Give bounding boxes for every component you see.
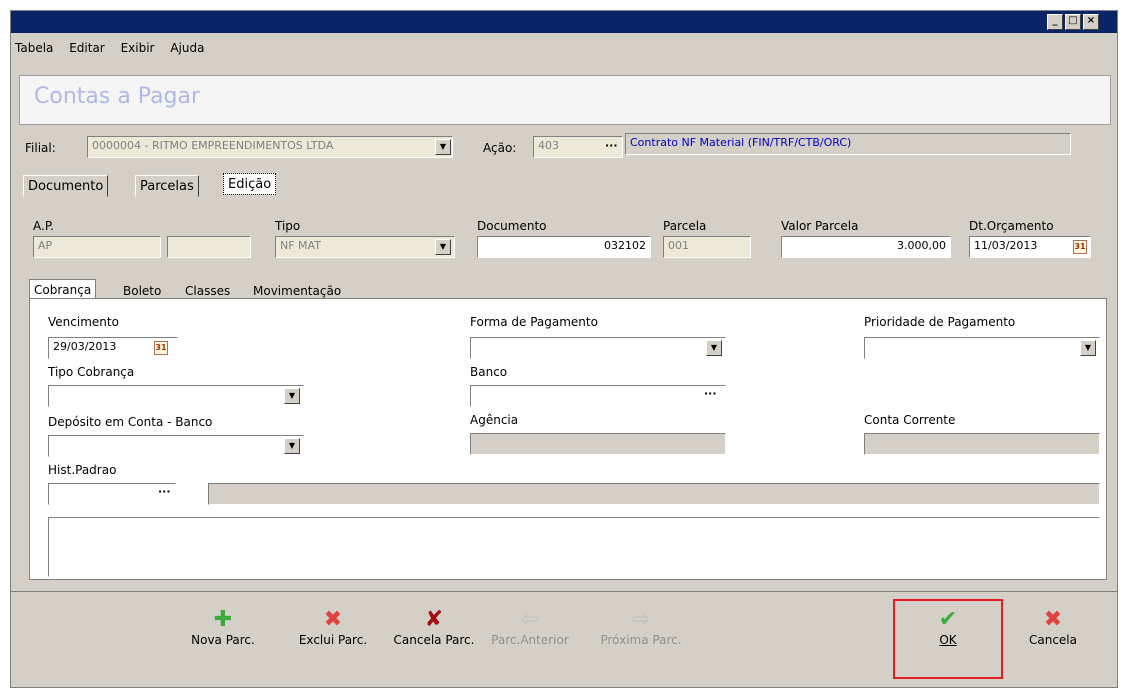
hist-lookup-icon[interactable]: ··· xyxy=(158,485,171,498)
close-button[interactable]: × xyxy=(1083,14,1099,30)
arrow-left-icon: ⇦ xyxy=(520,607,540,632)
agencia-label: Agência xyxy=(470,413,519,427)
menu-ajuda[interactable]: Ajuda xyxy=(170,41,204,55)
proxima-parc-label: Próxima Parc. xyxy=(600,633,682,647)
parc-anterior-label: Parc.Anterior xyxy=(491,633,569,647)
filial-value: 0000004 - RITMO EMPREENDIMENTOS LTDA xyxy=(92,139,334,152)
filial-select[interactable]: 0000004 - RITMO EMPREENDIMENTOS LTDA xyxy=(87,136,453,158)
exclui-parc-label: Exclui Parc. xyxy=(298,633,368,647)
acao-description: Contrato NF Material (FIN/TRF/CTB/ORC) xyxy=(625,133,1071,155)
header-panel: Contas a Pagar xyxy=(19,75,1111,125)
deposito-select[interactable] xyxy=(48,435,304,457)
tab-parcelas[interactable]: Parcelas xyxy=(135,175,199,197)
minimize-button[interactable]: _ xyxy=(1047,14,1063,30)
ap-label: A.P. xyxy=(33,219,54,233)
banco-label: Banco xyxy=(470,365,508,379)
forma-dropdown-button[interactable]: ▼ xyxy=(706,340,722,356)
title-bar: _ □ × xyxy=(11,11,1117,33)
app-window: _ □ × Tabela Editar Exibir Ajuda Contas … xyxy=(10,10,1118,688)
valor-parcela-field[interactable]: 3.000,00 xyxy=(781,236,951,258)
arrow-right-icon: ⇨ xyxy=(631,607,651,632)
hist-padrao-description xyxy=(208,483,1100,505)
page-title: Contas a Pagar xyxy=(34,84,201,109)
documento-field[interactable]: 032102 xyxy=(477,236,651,258)
tab-documento[interactable]: Documento xyxy=(23,175,109,197)
banco-field[interactable] xyxy=(470,385,726,407)
tipo-cobranca-dropdown-button[interactable]: ▼ xyxy=(284,388,300,404)
banco-lookup-icon[interactable]: ··· xyxy=(704,387,717,400)
prioridade-dropdown-button[interactable]: ▼ xyxy=(1080,340,1096,356)
ap-field-2[interactable] xyxy=(167,236,251,258)
forma-pagamento-select[interactable] xyxy=(470,337,726,359)
chevron-down-icon: ▼ xyxy=(288,441,296,450)
tab-edicao[interactable]: Edição xyxy=(223,173,277,195)
acao-lookup-icon[interactable]: ··· xyxy=(605,139,618,152)
acao-description-text: Contrato NF Material (FIN/TRF/CTB/ORC) xyxy=(630,136,852,149)
ap-field[interactable]: AP xyxy=(33,236,161,258)
acao-label: Ação: xyxy=(483,141,517,155)
parcela-field[interactable]: 001 xyxy=(663,236,751,258)
nova-parc-label: Nova Parc. xyxy=(191,633,255,647)
x-icon: ✖ xyxy=(1043,607,1063,632)
deposito-label: Depósito em Conta - Banco xyxy=(48,415,213,429)
tipo-dropdown-button[interactable]: ▼ xyxy=(435,239,451,255)
tipo-cobranca-select[interactable] xyxy=(48,385,304,407)
calendar-icon[interactable]: 31 xyxy=(154,341,168,355)
cobranca-panel: Vencimento 29/03/2013 31 Forma de Pagame… xyxy=(29,298,1107,580)
exclui-parc-button[interactable]: ✖ Exclui Parc. xyxy=(291,607,375,647)
dt-orcamento-label: Dt.Orçamento xyxy=(969,219,1054,233)
filial-label: Filial: xyxy=(25,141,56,155)
parcela-label: Parcela xyxy=(663,219,707,233)
agencia-field[interactable] xyxy=(470,433,726,455)
x-icon: ✘ xyxy=(424,607,444,632)
menu-tabela[interactable]: Tabela xyxy=(15,41,53,55)
deposito-dropdown-button[interactable]: ▼ xyxy=(284,438,300,454)
cancela-parc-label: Cancela Parc. xyxy=(393,633,475,647)
chevron-down-icon: ▼ xyxy=(288,391,296,400)
chevron-down-icon: ▼ xyxy=(439,242,447,251)
toolbar-divider xyxy=(11,591,1117,592)
parc-anterior-button[interactable]: ⇦ Parc.Anterior xyxy=(485,607,575,647)
ok-label: OK xyxy=(939,633,957,647)
vencimento-label: Vencimento xyxy=(48,315,119,329)
hist-padrao-label: Hist.Padrao xyxy=(48,463,117,477)
chevron-down-icon: ▼ xyxy=(1084,343,1092,352)
prioridade-label: Prioridade de Pagamento xyxy=(864,315,1016,329)
tipo-select[interactable]: NF MAT xyxy=(275,236,455,258)
menu-bar: Tabela Editar Exibir Ajuda xyxy=(15,41,216,61)
maximize-button[interactable]: □ xyxy=(1065,14,1081,30)
ok-button[interactable]: ✔ OK xyxy=(923,607,973,647)
filial-dropdown-button[interactable]: ▼ xyxy=(435,139,451,155)
menu-exibir[interactable]: Exibir xyxy=(121,41,155,55)
prioridade-select[interactable] xyxy=(864,337,1100,359)
chevron-down-icon: ▼ xyxy=(439,142,447,151)
tipo-label: Tipo xyxy=(275,219,301,233)
valor-parcela-label: Valor Parcela xyxy=(781,219,859,233)
documento-label: Documento xyxy=(477,219,547,233)
proxima-parc-button[interactable]: ⇨ Próxima Parc. xyxy=(595,607,687,647)
acao-code: 403 xyxy=(538,139,559,152)
conta-corrente-field[interactable] xyxy=(864,433,1100,455)
subtab-cobranca[interactable]: Cobrança xyxy=(29,279,97,299)
check-icon: ✔ xyxy=(938,607,958,632)
observation-textarea[interactable] xyxy=(48,517,1100,577)
cancela-button[interactable]: ✖ Cancela xyxy=(1021,607,1085,647)
chevron-down-icon: ▼ xyxy=(710,343,718,352)
x-icon: ✖ xyxy=(323,607,343,632)
cancela-label: Cancela xyxy=(1028,633,1077,647)
plus-icon: ✚ xyxy=(213,607,233,632)
menu-editar[interactable]: Editar xyxy=(69,41,105,55)
conta-corrente-label: Conta Corrente xyxy=(864,413,956,427)
forma-pagamento-label: Forma de Pagamento xyxy=(470,315,598,329)
hist-padrao-field[interactable] xyxy=(48,483,176,505)
cancela-parc-button[interactable]: ✘ Cancela Parc. xyxy=(385,607,483,647)
calendar-icon[interactable]: 31 xyxy=(1073,240,1087,254)
nova-parc-button[interactable]: ✚ Nova Parc. xyxy=(191,607,255,647)
tipo-cobranca-label: Tipo Cobrança xyxy=(48,365,135,379)
